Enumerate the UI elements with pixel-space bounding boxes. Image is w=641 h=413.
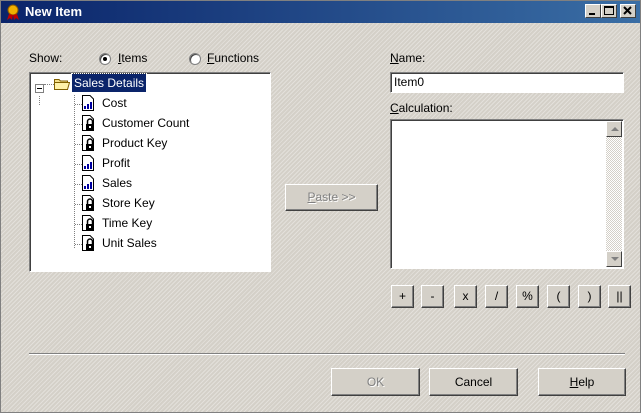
ok-button[interactable]: OK <box>331 368 420 396</box>
title-bar[interactable]: New Item <box>1 1 640 23</box>
operator-concat-button[interactable]: || <box>608 285 631 308</box>
paste-button[interactable]: Paste >> <box>285 184 378 211</box>
name-input[interactable]: Item0 <box>390 72 624 93</box>
tree-item-label: Profit <box>102 156 131 170</box>
field-tree[interactable]: Sales Details Cost Customer Count Produc… <box>29 72 271 272</box>
new-item-dialog: New Item Show: Items Functions Sales Det… <box>0 0 641 413</box>
calculation-label: Calculation: <box>390 101 453 115</box>
collapse-toggle[interactable] <box>35 84 44 93</box>
operator-divide-button[interactable]: / <box>485 285 508 308</box>
key-dimension-icon <box>82 215 94 231</box>
scroll-up-button[interactable] <box>606 121 622 137</box>
tree-guide <box>44 84 54 85</box>
tree-item-profit[interactable]: Profit <box>30 154 250 172</box>
close-icon <box>623 6 632 15</box>
tree-item-label: Product Key <box>102 136 168 150</box>
tree-item-label: Customer Count <box>102 116 190 130</box>
key-dimension-icon <box>82 235 94 251</box>
calculation-textarea[interactable] <box>390 119 624 269</box>
operator-plus-button[interactable]: + <box>391 285 414 308</box>
minimize-button[interactable] <box>585 4 601 18</box>
functions-radio[interactable] <box>189 53 201 65</box>
tree-item-label: Time Key <box>102 216 153 230</box>
tree-item-label: Sales <box>102 176 133 190</box>
operator-percent-button[interactable]: % <box>516 285 539 308</box>
cancel-button[interactable]: Cancel <box>429 368 518 396</box>
award-ribbon-icon <box>7 4 19 20</box>
window-title: New Item <box>25 4 83 19</box>
arrow-down-icon <box>611 257 619 261</box>
measure-icon <box>82 175 94 191</box>
operator-open-paren-button[interactable]: ( <box>547 285 570 308</box>
close-button[interactable] <box>620 4 636 18</box>
operator-close-paren-button[interactable]: ) <box>578 285 601 308</box>
items-radio-label[interactable]: Items <box>118 51 147 65</box>
key-dimension-icon <box>82 135 94 151</box>
arrow-up-icon <box>611 127 619 131</box>
tree-item-unit-sales[interactable]: Unit Sales <box>30 234 250 252</box>
maximize-button[interactable] <box>601 4 617 18</box>
tree-item-product-key[interactable]: Product Key <box>30 134 250 152</box>
minimize-icon <box>589 13 595 15</box>
footer-separator <box>29 353 625 355</box>
key-dimension-icon <box>82 115 94 131</box>
items-radio[interactable] <box>99 53 111 65</box>
tree-item-label: Store Key <box>102 196 155 210</box>
tree-item-cost[interactable]: Cost <box>30 94 250 112</box>
calculation-scrollbar[interactable] <box>606 121 622 267</box>
tree-item-label: Cost <box>102 96 127 110</box>
tree-item-label: Unit Sales <box>102 236 157 250</box>
functions-radio-label[interactable]: Functions <box>207 51 259 65</box>
tree-item-store-key[interactable]: Store Key <box>30 194 250 212</box>
maximize-icon <box>604 6 614 15</box>
scroll-down-button[interactable] <box>606 251 622 267</box>
folder-icon <box>54 79 70 90</box>
key-dimension-icon <box>82 195 94 211</box>
show-label: Show: <box>29 51 63 65</box>
tree-root-sales-details[interactable]: Sales Details <box>30 73 250 93</box>
tree-root-label: Sales Details <box>70 73 148 93</box>
tree-item-time-key[interactable]: Time Key <box>30 214 250 232</box>
operator-multiply-button[interactable]: x <box>454 285 477 308</box>
measure-icon <box>82 155 94 171</box>
measure-icon <box>82 95 94 111</box>
tree-item-customer-count[interactable]: Customer Count <box>30 114 250 132</box>
help-button[interactable]: Help <box>538 368 626 396</box>
name-label: Name: <box>390 51 426 65</box>
operator-minus-button[interactable]: - <box>421 285 444 308</box>
tree-item-sales[interactable]: Sales <box>30 174 250 192</box>
